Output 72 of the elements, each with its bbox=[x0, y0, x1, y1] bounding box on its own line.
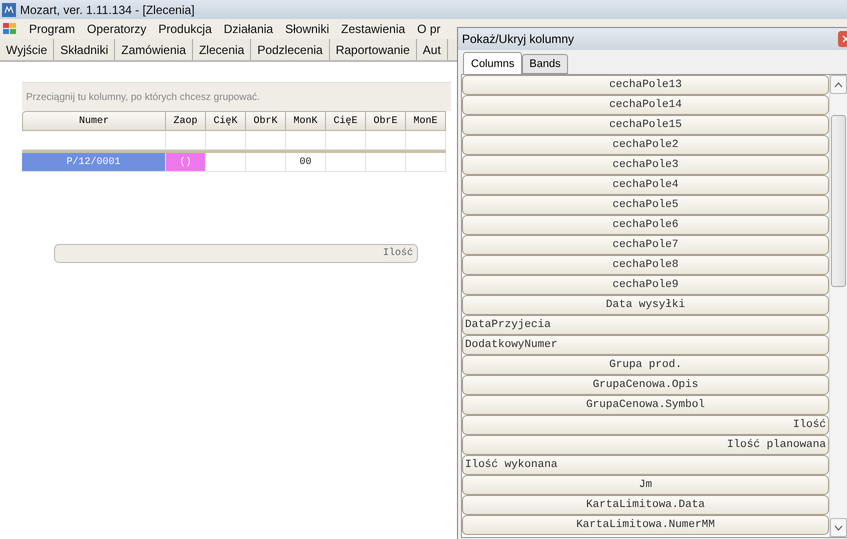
menu-item[interactable]: Zestawienia bbox=[341, 22, 406, 36]
filter-cell[interactable] bbox=[286, 131, 326, 150]
column-item[interactable]: Ilość bbox=[462, 415, 829, 435]
column-item[interactable]: DataPrzyjecia bbox=[462, 315, 829, 335]
column-item[interactable]: cechaPole3 bbox=[462, 155, 829, 175]
menu-item[interactable]: Operatorzy bbox=[87, 22, 146, 36]
column-item[interactable]: cechaPole6 bbox=[462, 215, 829, 235]
column-header[interactable]: ObrE bbox=[366, 111, 406, 131]
column-item[interactable]: cechaPole2 bbox=[462, 135, 829, 155]
table-cell bbox=[206, 153, 246, 172]
column-header[interactable]: Zaop bbox=[166, 111, 206, 131]
column-header[interactable]: MonE bbox=[406, 111, 446, 131]
column-item[interactable]: cechaPole7 bbox=[462, 235, 829, 255]
app-menu-icon[interactable] bbox=[3, 23, 17, 35]
column-item[interactable]: KartaLimitowa.NumerMM bbox=[462, 515, 829, 535]
group-by-hint: Przeciągnij tu kolumny, po których chcesz grupować. bbox=[22, 82, 451, 111]
tab[interactable]: Columns bbox=[463, 52, 522, 74]
toolbar-button[interactable]: Zamówienia bbox=[115, 39, 193, 60]
menu-item[interactable]: Program bbox=[29, 22, 76, 36]
column-item[interactable]: cechaPole5 bbox=[462, 195, 829, 215]
column-item[interactable]: DodatkowyNumer bbox=[462, 335, 829, 355]
column-item[interactable]: KartaLimitowa.Data bbox=[462, 495, 829, 515]
column-item[interactable]: Data wysyłki bbox=[462, 295, 829, 315]
scroll-up-icon[interactable] bbox=[834, 82, 843, 88]
column-header[interactable]: Numer bbox=[22, 111, 166, 131]
table-cell bbox=[246, 153, 286, 172]
column-item[interactable]: Jm bbox=[462, 475, 829, 495]
column-header[interactable]: ObrK bbox=[246, 111, 286, 131]
filter-cell[interactable] bbox=[22, 131, 166, 150]
filter-cell[interactable] bbox=[326, 131, 366, 150]
table-cell: 00 bbox=[286, 153, 326, 172]
menu-item[interactable]: Produkcja bbox=[158, 22, 212, 36]
app-logo-icon bbox=[2, 2, 16, 16]
menu-item[interactable]: Działania bbox=[224, 22, 274, 36]
table-cell: P/12/0001 bbox=[22, 153, 166, 172]
toolbar-button[interactable]: Zlecenia bbox=[192, 39, 252, 60]
filter-cell[interactable] bbox=[406, 131, 446, 150]
column-item[interactable]: Grupa prod. bbox=[462, 355, 829, 375]
column-item[interactable]: cechaPole15 bbox=[462, 115, 829, 135]
column-header[interactable]: MonK bbox=[286, 111, 326, 131]
menu-item[interactable]: O pr bbox=[417, 22, 440, 36]
column-header[interactable]: CięE bbox=[326, 111, 366, 131]
column-item[interactable]: Ilość planowana bbox=[462, 435, 829, 455]
column-item[interactable]: Ilość wykonana bbox=[462, 455, 829, 475]
table-cell bbox=[406, 153, 446, 172]
column-item[interactable]: GrupaCenowa.Opis bbox=[462, 375, 829, 395]
dialog-title: Pokaż/Ukryj kolumny bbox=[462, 32, 574, 46]
column-item[interactable]: cechaPole9 bbox=[462, 275, 829, 295]
table-cell: () bbox=[166, 153, 206, 172]
column-item[interactable]: cechaPole4 bbox=[462, 175, 829, 195]
filter-cell[interactable] bbox=[246, 131, 286, 150]
filter-cell[interactable] bbox=[166, 131, 206, 150]
column-item[interactable]: cechaPole13 bbox=[462, 75, 829, 95]
column-item[interactable]: cechaPole8 bbox=[462, 255, 829, 275]
column-item[interactable]: GrupaCenowa.Symbol bbox=[462, 395, 829, 415]
window-title: Mozart, ver. 1.11.134 - [Zlecenia] bbox=[20, 2, 195, 16]
scroll-down-icon[interactable] bbox=[834, 524, 843, 530]
toolbar-button[interactable]: Aut bbox=[416, 39, 448, 60]
toolbar-button[interactable]: Składniki bbox=[54, 39, 116, 60]
toolbar-button[interactable]: Podzlecenia bbox=[251, 39, 330, 60]
column-header[interactable]: CięK bbox=[206, 111, 246, 131]
filter-cell[interactable] bbox=[366, 131, 406, 150]
filter-cell[interactable] bbox=[206, 131, 246, 150]
table-cell bbox=[366, 153, 406, 172]
menu-item[interactable]: Słowniki bbox=[285, 22, 330, 36]
toolbar-button[interactable]: Wyjście bbox=[0, 39, 54, 60]
scrollbar-thumb[interactable] bbox=[831, 115, 846, 287]
dragged-column-header[interactable]: Ilość bbox=[54, 244, 418, 263]
table-cell bbox=[326, 153, 366, 172]
tab[interactable]: Bands bbox=[522, 54, 568, 74]
column-item[interactable]: cechaPole14 bbox=[462, 95, 829, 115]
toolbar-button[interactable]: Raportowanie bbox=[330, 39, 417, 60]
